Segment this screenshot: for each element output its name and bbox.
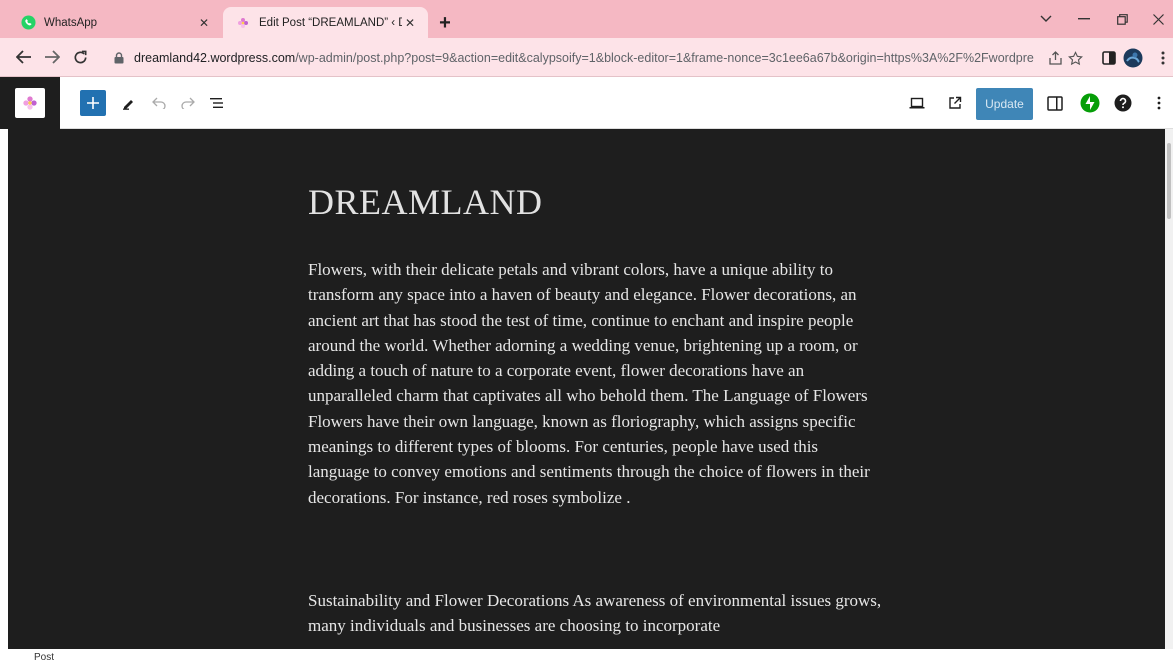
close-tab-icon[interactable]: ✕ [196,15,212,31]
paragraph-block[interactable]: Sustainability and Flower Decorations As… [308,588,883,639]
bookmark-star-icon[interactable] [1064,47,1086,69]
forward-arrow-icon[interactable] [42,47,62,67]
tab-edit-post[interactable]: Edit Post “DREAMLAND” ‹ Dreamland ✕ [223,7,428,38]
update-button[interactable]: Update [976,88,1033,120]
browser-menu-icon[interactable] [1152,47,1173,69]
url-host: dreamland42.wordpress.com [134,51,296,65]
block-breadcrumb-bar: Post [0,649,1173,665]
site-favicon-icon [235,15,251,31]
jetpack-icon[interactable] [1078,91,1102,115]
add-block-button[interactable] [80,90,106,116]
browser-toolbar: dreamland42.wordpress.com/wp-admin/post.… [0,38,1173,77]
site-logo [15,88,45,118]
url-text: dreamland42.wordpress.com/wp-admin/post.… [134,51,1034,65]
editor-canvas: DREAMLAND Flowers, with their delicate p… [8,129,1165,649]
paragraph-block[interactable]: Flowers, with their delicate petals and … [308,257,883,510]
profile-avatar[interactable] [1122,47,1144,69]
url-path: /wp-admin/post.php?post=9&action=edit&ca… [295,51,1034,65]
tab-whatsapp[interactable]: WhatsApp ✕ [8,7,222,38]
list-view-icon[interactable] [205,91,229,115]
help-icon[interactable] [1111,91,1135,115]
restore-icon[interactable] [1102,8,1142,30]
edit-pencil-icon[interactable] [117,91,141,115]
close-window-icon[interactable] [1138,8,1173,30]
post-title[interactable]: DREAMLAND [308,181,543,223]
minimize-icon[interactable] [1064,8,1104,30]
tab-title: WhatsApp [44,16,98,29]
close-tab-icon[interactable]: ✕ [402,15,418,31]
back-arrow-icon[interactable] [14,47,34,67]
whatsapp-icon [20,15,36,31]
tab-search-icon[interactable] [1026,8,1066,30]
preview-device-icon[interactable] [905,91,929,115]
breadcrumb[interactable]: Post [34,652,54,663]
options-menu-icon[interactable] [1147,91,1171,115]
address-bar[interactable]: dreamland42.wordpress.com/wp-admin/post.… [102,44,1090,72]
browser-tab-strip: WhatsApp ✕ Edit Post “DREAMLAND” ‹ Dream… [0,0,1173,38]
site-icon-button[interactable] [0,77,60,129]
lock-icon [112,51,126,65]
new-tab-icon[interactable]: + [433,11,457,35]
undo-icon[interactable] [147,91,171,115]
view-post-external-icon[interactable] [943,91,967,115]
scrollbar-thumb[interactable] [1167,143,1171,219]
reload-icon[interactable] [70,47,90,67]
side-panel-icon[interactable] [1098,47,1120,69]
editor-header: Update [0,77,1173,129]
tab-title: Edit Post “DREAMLAND” ‹ Dreamland [259,16,402,29]
plus-icon [87,97,99,109]
settings-sidebar-icon[interactable] [1043,91,1067,115]
redo-icon[interactable] [175,91,199,115]
share-icon[interactable] [1044,47,1066,69]
